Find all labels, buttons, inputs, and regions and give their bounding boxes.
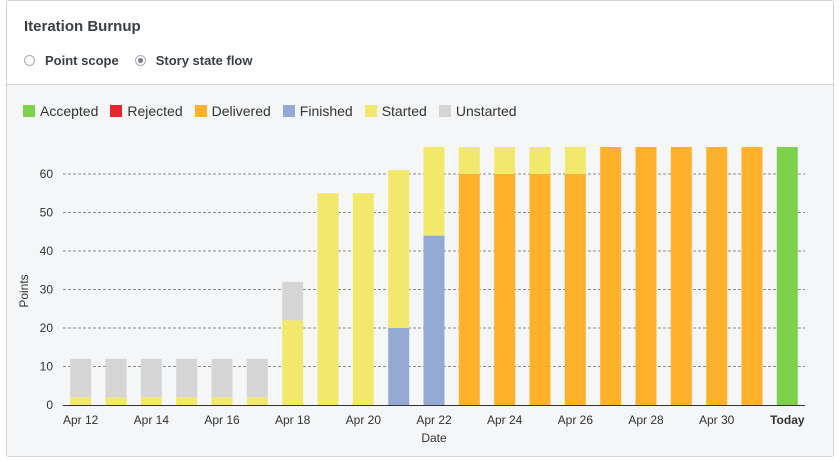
x-tick-label: Today: [770, 413, 805, 427]
bar-segment-started: [176, 397, 198, 405]
bar-segment-finished: [388, 328, 410, 405]
y-tick-label: 50: [40, 205, 54, 219]
bar-segment-started: [70, 397, 92, 405]
x-tick-label: Apr 18: [275, 413, 311, 427]
x-tick-label: Apr 22: [416, 413, 452, 427]
y-tick-label: 40: [40, 244, 54, 258]
bar-segment-started: [246, 397, 268, 405]
x-tick-label: Apr 12: [63, 413, 99, 427]
bar-segment-started: [529, 147, 551, 174]
bar-segment-delivered: [529, 174, 551, 405]
bar-segment-unstarted: [105, 358, 127, 398]
bar-segment-started: [458, 147, 480, 174]
y-tick-label: 20: [40, 321, 54, 335]
bar-segment-delivered: [741, 147, 763, 405]
bar-segment-delivered: [635, 147, 657, 405]
y-tick-label: 60: [40, 167, 54, 181]
bar-segment-unstarted: [176, 358, 198, 398]
bar-segment-unstarted: [246, 358, 268, 398]
bar-segment-accepted: [776, 147, 798, 405]
bar-segment-delivered: [458, 174, 480, 405]
bar-series: [70, 147, 798, 405]
bar-segment-delivered: [564, 174, 586, 405]
y-tick-label: 0: [46, 398, 53, 412]
bar-segment-started: [211, 397, 233, 405]
y-tick-label: 10: [40, 359, 54, 373]
x-tick-label: Apr 24: [487, 413, 523, 427]
bar-segment-started: [317, 193, 339, 405]
bar-segment-started: [388, 170, 410, 328]
y-tick-label: 30: [40, 282, 54, 296]
bar-segment-unstarted: [211, 358, 233, 398]
bar-segment-unstarted: [70, 358, 92, 398]
x-tick-label: Apr 30: [699, 413, 735, 427]
bar-segment-delivered: [706, 147, 728, 405]
x-tick-label: Apr 26: [558, 413, 594, 427]
bar-segment-started: [282, 320, 304, 405]
y-axis-title: Points: [17, 274, 31, 307]
bar-segment-started: [564, 147, 586, 174]
bar-segment-started: [140, 397, 162, 405]
x-tick-label: Apr 28: [628, 413, 664, 427]
x-tick-label: Apr 20: [346, 413, 382, 427]
burnup-panel: Iteration Burnup Point scope Story state…: [6, 0, 834, 457]
bar-segment-finished: [423, 235, 445, 405]
bar-segment-started: [105, 397, 127, 405]
bar-segment-started: [352, 193, 374, 405]
x-axis-title: Date: [421, 431, 447, 445]
bar-segment-unstarted: [282, 281, 304, 321]
burnup-chart: 0 10 20 30 40 50 60 Apr 12 Apr 14 Apr 16 Apr 18 Apr…: [17, 147, 805, 445]
bar-segment-delivered: [600, 147, 622, 405]
bar-segment-started: [494, 147, 516, 174]
bar-segment-unstarted: [140, 358, 162, 398]
bar-segment-delivered: [670, 147, 692, 405]
bar-segment-delivered: [494, 174, 516, 405]
x-tick-label: Apr 16: [204, 413, 240, 427]
bar-segment-started: [423, 147, 445, 236]
x-tick-label: Apr 14: [134, 413, 170, 427]
